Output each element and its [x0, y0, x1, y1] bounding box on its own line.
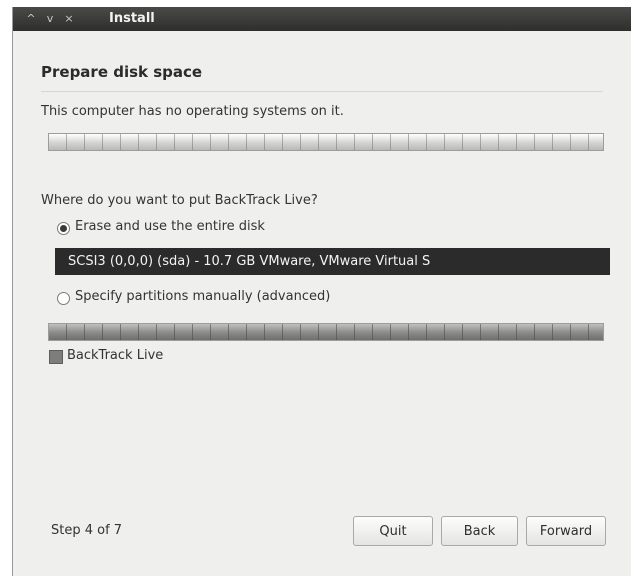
current-disk-bar	[48, 133, 604, 151]
chevron-up-icon[interactable]: ^	[24, 12, 38, 26]
quit-button[interactable]: Quit	[353, 516, 433, 546]
legend-swatch	[49, 350, 63, 364]
new-partition-bar	[48, 323, 604, 341]
close-icon[interactable]: ×	[62, 12, 76, 26]
disk-selector[interactable]: SCSI3 (0,0,0) (sda) - 10.7 GB VMware, VM…	[55, 248, 610, 275]
manual-partition-label[interactable]: Specify partitions manually (advanced)	[75, 289, 330, 304]
forward-button[interactable]: Forward	[526, 516, 606, 546]
legend-label: BackTrack Live	[67, 348, 164, 363]
manual-partition-radio[interactable]	[57, 292, 70, 305]
page-title: Prepare disk space	[41, 63, 203, 81]
installer-window: ^ v × Install Prepare disk space This co…	[12, 7, 631, 576]
back-button[interactable]: Back	[441, 516, 518, 546]
install-location-question: Where do you want to put BackTrack Live?	[41, 193, 318, 208]
window-title: Install	[109, 11, 155, 26]
step-indicator: Step 4 of 7	[51, 523, 123, 538]
os-status-text: This computer has no operating systems o…	[41, 104, 344, 119]
chevron-down-icon[interactable]: v	[43, 12, 57, 26]
erase-disk-label[interactable]: Erase and use the entire disk	[75, 219, 265, 234]
erase-disk-radio[interactable]	[57, 222, 70, 235]
title-bar: ^ v × Install	[13, 7, 631, 31]
heading-divider	[41, 91, 603, 92]
